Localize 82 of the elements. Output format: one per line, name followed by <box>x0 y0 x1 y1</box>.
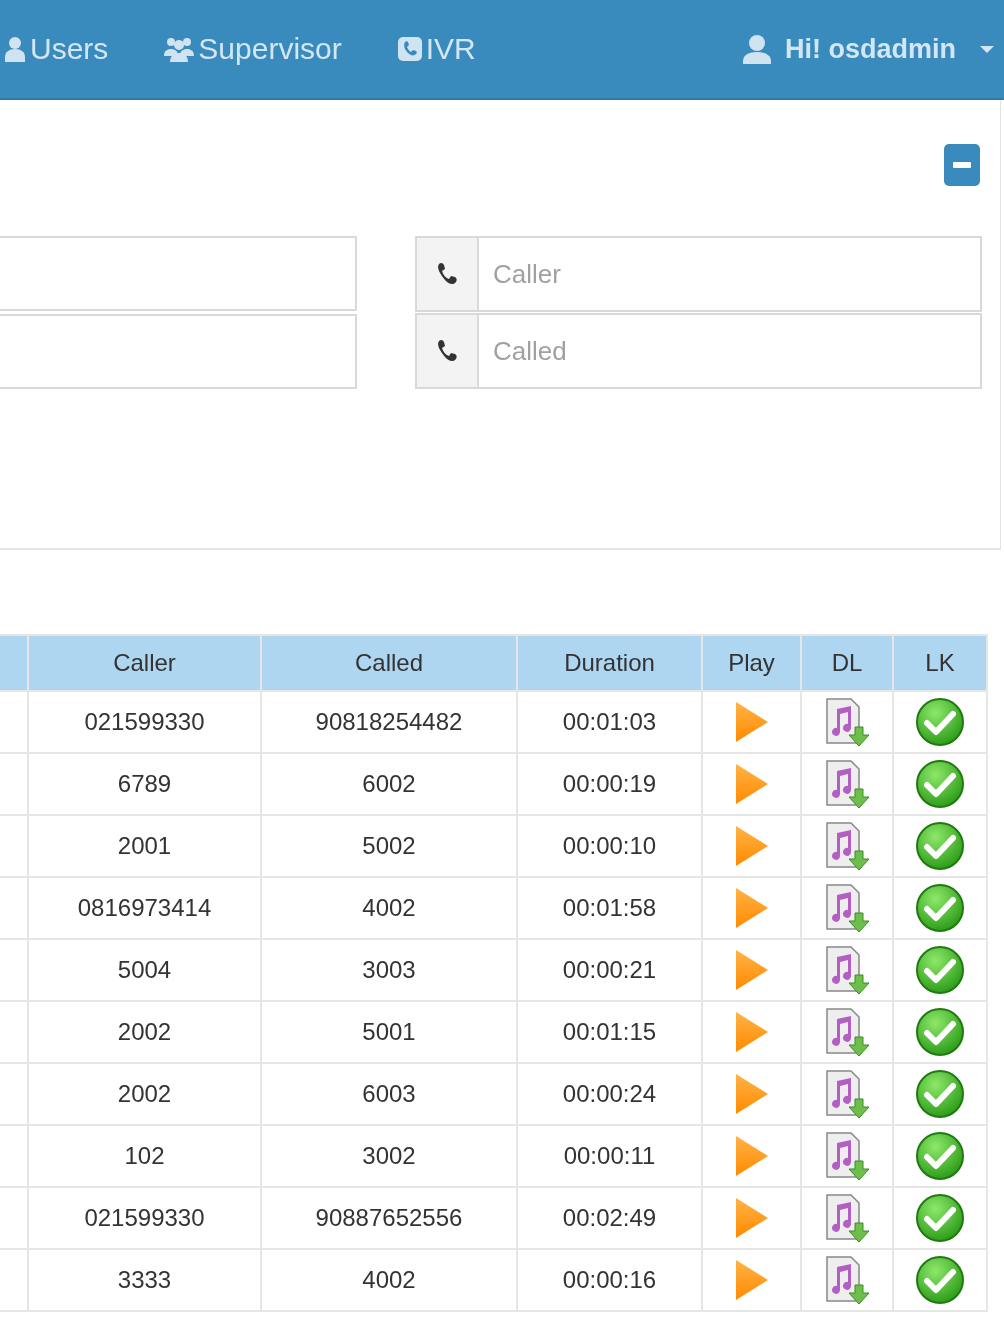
table-cell: 00:00:10 <box>517 815 702 877</box>
play-icon[interactable] <box>733 824 770 868</box>
table-cell: 00:01:58 <box>517 877 702 939</box>
input-field[interactable]: Called <box>479 313 982 389</box>
music-download-icon[interactable] <box>823 1069 871 1119</box>
table-cell: 3002 <box>261 1125 517 1187</box>
input-field[interactable] <box>0 236 357 311</box>
table-cell: 00:02:49 <box>517 1187 702 1249</box>
table-cell: 4002 <box>261 877 517 939</box>
table-cell: 3003 <box>261 939 517 1001</box>
check-icon[interactable] <box>915 759 965 809</box>
column-header: Duration <box>517 635 702 691</box>
check-icon[interactable] <box>915 1007 965 1057</box>
column-header: Caller <box>28 635 261 691</box>
play-icon[interactable] <box>733 1258 770 1302</box>
table-cell: 2002 <box>28 1001 261 1063</box>
user-icon <box>743 34 771 64</box>
check-icon[interactable] <box>915 1131 965 1181</box>
table-cell: 5004 <box>28 939 261 1001</box>
play-icon[interactable] <box>733 762 770 806</box>
table-cell: 2001 <box>28 815 261 877</box>
play-icon[interactable] <box>733 1134 770 1178</box>
column-header: DL <box>801 635 893 691</box>
phone-icon <box>436 339 458 363</box>
play-icon[interactable] <box>733 1196 770 1240</box>
music-download-icon[interactable] <box>823 1007 871 1057</box>
table-cell: 90887652556 <box>261 1187 517 1249</box>
caret-icon <box>980 45 994 53</box>
table-cell: 2002 <box>28 1063 261 1125</box>
check-icon[interactable] <box>915 821 965 871</box>
table-cell: 6002 <box>261 753 517 815</box>
play-icon[interactable] <box>733 700 770 744</box>
input-field[interactable]: Caller <box>479 236 982 312</box>
table-cell: 00:00:16 <box>517 1249 702 1311</box>
table-cell: 00:01:15 <box>517 1001 702 1063</box>
input-field[interactable] <box>0 314 357 389</box>
music-download-icon[interactable] <box>823 1131 871 1181</box>
table-cell: 6003 <box>261 1063 517 1125</box>
table-cell: 102 <box>28 1125 261 1187</box>
music-download-icon[interactable] <box>823 883 871 933</box>
table-cell: 4002 <box>261 1249 517 1311</box>
table-cell: 3333 <box>28 1249 261 1311</box>
column-header: LK <box>893 635 987 691</box>
check-icon[interactable] <box>915 945 965 995</box>
table-cell: 021599330 <box>28 691 261 753</box>
play-icon[interactable] <box>733 948 770 992</box>
phone-icon <box>397 36 422 62</box>
check-icon[interactable] <box>915 1069 965 1119</box>
nav-link[interactable]: Users <box>4 32 109 66</box>
table-cell: 00:00:24 <box>517 1063 702 1125</box>
table-cell: 00:00:21 <box>517 939 702 1001</box>
group-icon <box>164 36 195 62</box>
music-download-icon[interactable] <box>823 759 871 809</box>
nav-link[interactable]: Supervisor <box>164 32 342 66</box>
collapse-button[interactable] <box>944 144 980 186</box>
table-cell: 00:00:11 <box>517 1125 702 1187</box>
phone-icon <box>436 262 458 286</box>
column-header: Called <box>261 635 517 691</box>
table-cell: 6789 <box>28 753 261 815</box>
user-menu[interactable]: Hi! osdadmin <box>743 33 994 65</box>
table-cell: 5002 <box>261 815 517 877</box>
music-download-icon[interactable] <box>823 945 871 995</box>
check-icon[interactable] <box>915 1255 965 1305</box>
table-cell: 0816973414 <box>28 877 261 939</box>
column-header: Play <box>702 635 801 691</box>
nav-link[interactable]: IVR <box>397 32 476 66</box>
user-icon <box>4 36 26 62</box>
check-icon[interactable] <box>915 697 965 747</box>
table-cell: 00:01:03 <box>517 691 702 753</box>
table-cell: 00:00:19 <box>517 753 702 815</box>
music-download-icon[interactable] <box>823 1255 871 1305</box>
music-download-icon[interactable] <box>823 1193 871 1243</box>
check-icon[interactable] <box>915 883 965 933</box>
table-cell: 021599330 <box>28 1187 261 1249</box>
music-download-icon[interactable] <box>823 821 871 871</box>
play-icon[interactable] <box>733 1072 770 1116</box>
table-cell: 90818254482 <box>261 691 517 753</box>
table-cell: 5001 <box>261 1001 517 1063</box>
play-icon[interactable] <box>733 1010 770 1054</box>
play-icon[interactable] <box>733 886 770 930</box>
music-download-icon[interactable] <box>823 697 871 747</box>
check-icon[interactable] <box>915 1193 965 1243</box>
